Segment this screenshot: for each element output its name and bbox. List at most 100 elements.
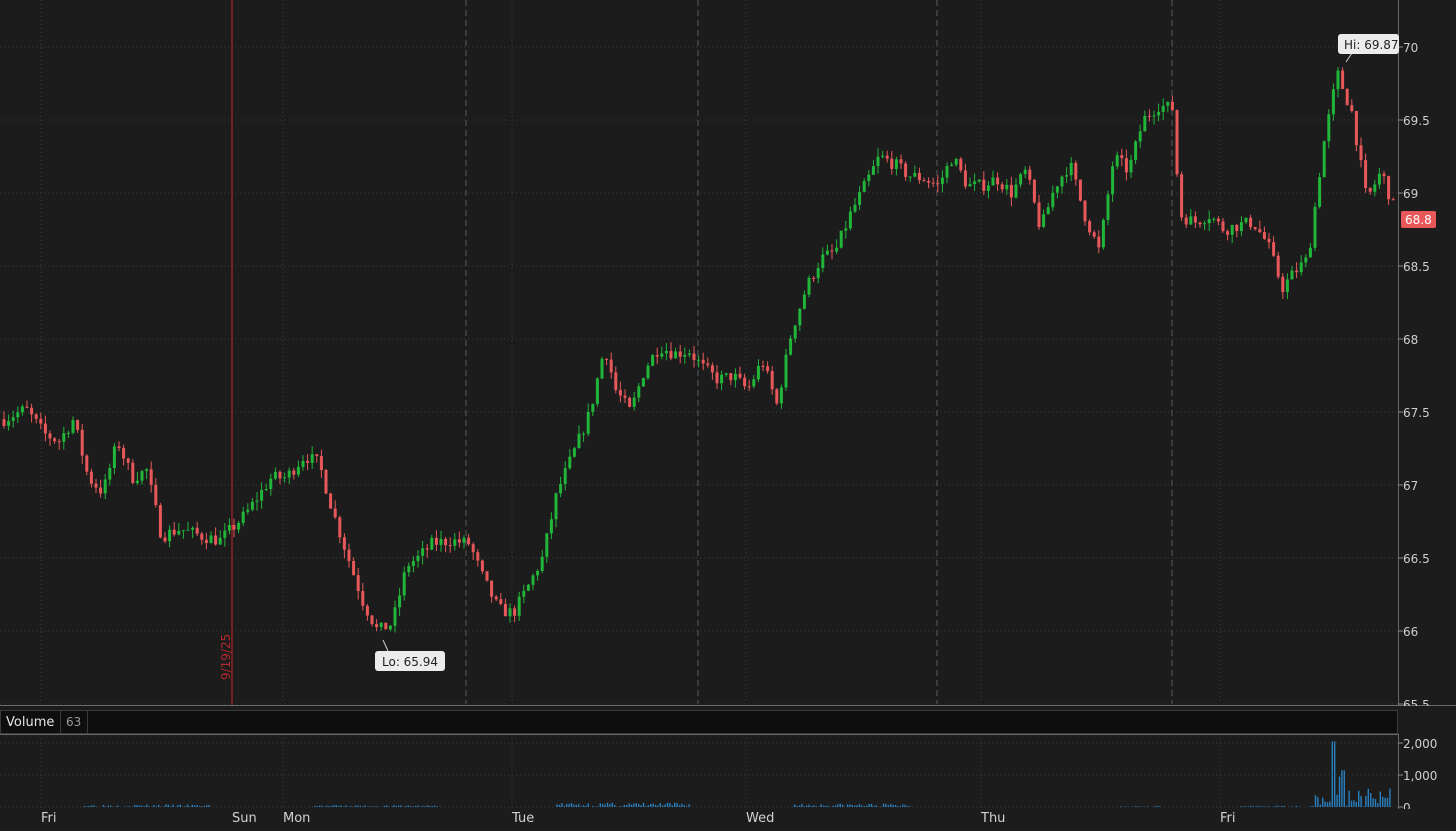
- candle-body: [1221, 221, 1225, 232]
- volume-bar: [669, 803, 671, 807]
- volume-bar: [1281, 805, 1283, 807]
- last-price-badge: 68.8: [1401, 211, 1436, 228]
- candle-body: [149, 469, 153, 485]
- candle-body: [678, 351, 682, 357]
- volume-bar: [1374, 799, 1377, 807]
- candle-body: [1009, 184, 1013, 198]
- candle-body: [20, 406, 24, 413]
- candle-body: [379, 622, 383, 627]
- volume-bar: [803, 806, 805, 807]
- volume-bar: [172, 804, 174, 807]
- volume-bar: [429, 805, 431, 807]
- volume-bar: [1319, 804, 1321, 807]
- candle-body: [715, 372, 719, 384]
- candle-body: [250, 501, 254, 510]
- volume-bar: [1262, 806, 1264, 807]
- volume-bar: [618, 806, 621, 807]
- price-gridlines: [0, 0, 1398, 705]
- volume-bar: [338, 806, 340, 807]
- candle-body: [439, 538, 443, 545]
- candle-body: [407, 566, 411, 573]
- candle-body: [747, 386, 751, 388]
- price-tick-label: 67: [1403, 479, 1418, 493]
- candle-body: [1230, 224, 1234, 235]
- candle-body: [434, 537, 438, 545]
- candle-body: [30, 407, 34, 415]
- volume-bar: [839, 803, 841, 807]
- price-chart: 9/19/25 70 69.5 69 68.5 68 67.5 67 66.5 66 65.5 H…: [0, 0, 1456, 706]
- volume-bar: [1362, 806, 1365, 807]
- volume-bar: [611, 802, 613, 807]
- candle-body: [361, 591, 365, 606]
- candle-body: [1308, 247, 1312, 258]
- candle-body: [922, 180, 926, 182]
- candle-body: [1189, 216, 1193, 225]
- volume-bar: [1338, 776, 1341, 807]
- volume-bar: [676, 803, 678, 807]
- candle-body: [950, 164, 954, 167]
- candle-body: [269, 478, 273, 490]
- candle-body: [1212, 218, 1216, 220]
- volume-bar: [851, 804, 853, 807]
- candle-body: [1074, 162, 1078, 180]
- candle-body: [1373, 184, 1377, 192]
- volume-bar: [846, 804, 849, 807]
- candle-body: [476, 552, 480, 561]
- candle-body: [352, 560, 356, 576]
- candle-body: [733, 373, 737, 381]
- volume-bar: [832, 805, 834, 807]
- volume-bar: [642, 802, 645, 807]
- candle-body: [1097, 236, 1101, 248]
- candle-body: [1111, 166, 1115, 195]
- candle-body: [66, 432, 70, 434]
- volume-bar: [621, 806, 623, 807]
- candle-body: [1341, 70, 1345, 89]
- volume-bar: [1312, 806, 1314, 807]
- candle-body: [480, 560, 484, 572]
- candle-body: [1253, 227, 1257, 230]
- volume-bar: [1358, 790, 1360, 807]
- candle-body: [683, 354, 687, 357]
- candle-body: [117, 446, 121, 449]
- volume-bar: [870, 803, 873, 807]
- candle-body: [931, 182, 935, 184]
- candle-body: [43, 423, 47, 434]
- volume-bar: [566, 804, 568, 807]
- volume-bar: [1156, 806, 1158, 807]
- volume-bar: [645, 805, 647, 807]
- candle-body: [421, 548, 425, 556]
- candle-body: [641, 378, 645, 387]
- candle-body: [1304, 257, 1308, 263]
- volume-bar: [126, 806, 129, 807]
- price-tick-label: 68: [1403, 333, 1418, 347]
- candle-body: [1318, 177, 1322, 207]
- volume-bar: [626, 805, 628, 807]
- candle-body: [1106, 194, 1110, 220]
- volume-bar: [609, 804, 611, 807]
- volume-bar: [153, 805, 155, 807]
- volume-bar: [194, 805, 196, 807]
- volume-bar: [136, 804, 138, 807]
- volume-bar: [902, 804, 904, 807]
- volume-bar: [798, 805, 801, 807]
- candle-body: [2, 419, 6, 426]
- candle-body: [306, 460, 310, 463]
- candle-body: [370, 615, 374, 625]
- candle-body: [761, 365, 765, 367]
- volume-bar: [1257, 805, 1259, 807]
- candle-body: [1276, 255, 1280, 277]
- price-tick-label: 67.5: [1403, 406, 1430, 420]
- volume-bar: [654, 804, 657, 807]
- volume-bar: [170, 806, 172, 807]
- candle-body: [669, 350, 673, 359]
- volume-bar: [1146, 806, 1149, 807]
- volume-bar: [359, 805, 361, 807]
- volume-bar: [606, 802, 609, 807]
- volume-bar: [801, 804, 803, 807]
- time-axis: Fri Sun Mon Tue Wed Thu Fri: [0, 808, 1456, 831]
- volume-bar: [86, 806, 88, 807]
- candle-body: [402, 572, 406, 596]
- candle-body: [140, 471, 144, 481]
- candle-body: [1115, 155, 1119, 167]
- candle-body: [1083, 200, 1087, 222]
